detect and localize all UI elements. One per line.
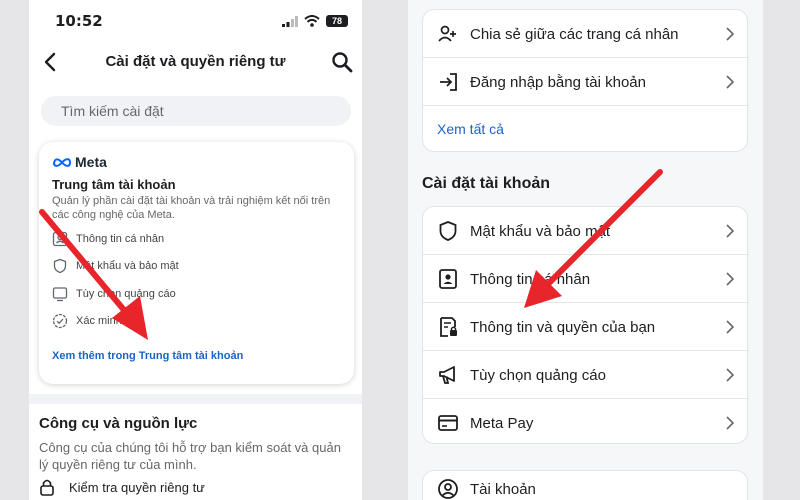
chevron-right-icon xyxy=(726,416,735,430)
card-icon xyxy=(438,415,458,431)
row-label: Tài khoản xyxy=(470,480,536,498)
people-share-icon xyxy=(438,25,456,42)
account-settings-title: Cài đặt tài khoản xyxy=(422,175,551,192)
verified-badge-icon xyxy=(52,313,68,329)
row-share-across-profiles[interactable]: Chia sẻ giữa các trang cá nhân xyxy=(423,10,749,58)
chevron-right-icon xyxy=(726,368,735,382)
right-phone-screen: Chia sẻ giữa các trang cá nhân Đăng nhập… xyxy=(408,0,763,500)
search-icon[interactable] xyxy=(330,50,354,74)
document-lock-icon xyxy=(440,317,457,337)
card-item-ad-preferences[interactable]: Tùy chọn quảng cáo xyxy=(52,286,176,302)
row-divider xyxy=(423,105,749,106)
chevron-right-icon xyxy=(726,272,735,286)
card-item-label: Tùy chọn quảng cáo xyxy=(76,288,176,300)
login-arrow-icon xyxy=(440,73,457,91)
row-label: Meta Pay xyxy=(470,414,534,432)
status-time: 10:52 xyxy=(55,12,103,30)
row-account[interactable]: Tài khoản xyxy=(423,465,749,500)
signal-icon xyxy=(282,15,298,27)
page-header: Cài đặt và quyền riêng tư xyxy=(29,44,362,80)
status-bar: 10:52 78 xyxy=(29,0,362,42)
row-meta-pay[interactable]: Meta Pay xyxy=(423,399,749,447)
sharing-card: Chia sẻ giữa các trang cá nhân Đăng nhập… xyxy=(422,9,749,152)
battery-indicator: 78 xyxy=(326,15,348,27)
monitor-icon xyxy=(52,287,68,302)
chevron-right-icon xyxy=(726,224,735,238)
row-label: Chia sẻ giữa các trang cá nhân xyxy=(470,25,679,43)
tools-section-title: Công cụ và nguồn lực xyxy=(39,415,198,432)
meta-infinity-icon xyxy=(53,157,72,167)
account-settings-card: Mật khẩu và bảo mật Thông tin cá nhân Th… xyxy=(422,206,749,447)
meta-brand: Meta xyxy=(75,154,107,170)
row-label: Đăng nhập bằng tài khoản xyxy=(470,73,646,91)
left-phone-screen: 10:52 78 Cài đặt và quyền riêng tư Tìm k… xyxy=(29,0,362,500)
account-circle-icon xyxy=(438,479,458,499)
megaphone-icon xyxy=(439,366,455,384)
chevron-right-icon xyxy=(726,320,735,334)
lock-icon xyxy=(40,479,54,496)
row-label: Mật khẩu và bảo mật xyxy=(470,222,611,240)
chevron-right-icon xyxy=(726,27,735,41)
accounts-center-card: Meta Trung tâm tài khoản Quản lý phần cà… xyxy=(39,142,354,384)
row-label: Thông tin cá nhân xyxy=(470,270,591,288)
row-personal-info[interactable]: Thông tin cá nhân xyxy=(423,255,749,303)
row-your-info-permissions[interactable]: Thông tin và quyền của bạn xyxy=(423,303,749,351)
privacy-checkup-label: Kiểm tra quyền riêng tư xyxy=(69,479,205,495)
see-more-accounts-center-link[interactable]: Xem thêm trong Trung tâm tài khoản xyxy=(52,350,243,362)
row-login-with-account[interactable]: Đăng nhập bằng tài khoản xyxy=(423,58,749,106)
person-card-icon xyxy=(52,231,68,247)
status-icons: 78 xyxy=(282,15,348,27)
card-item-label: Xác minh xyxy=(76,315,122,327)
card-item-label: Thông tin cá nhân xyxy=(76,233,165,245)
meta-logo: Meta xyxy=(52,154,107,170)
card-item-label: Mật khẩu và bảo mật xyxy=(76,260,179,272)
chevron-right-icon xyxy=(726,75,735,89)
person-card-icon xyxy=(439,269,457,289)
account-card: Tài khoản xyxy=(422,470,748,500)
section-divider xyxy=(29,394,362,404)
see-all-link[interactable]: Xem tất cả xyxy=(437,121,504,137)
card-item-password-security[interactable]: Mật khẩu và bảo mật xyxy=(52,258,179,274)
wifi-icon xyxy=(304,15,320,27)
page-title: Cài đặt và quyền riêng tư xyxy=(105,53,286,70)
tools-section-description: Công cụ của chúng tôi hỗ trợ bạn kiểm so… xyxy=(39,440,341,472)
shield-icon xyxy=(439,221,457,241)
search-input[interactable]: Tìm kiếm cài đặt xyxy=(41,96,351,126)
card-item-personal-info[interactable]: Thông tin cá nhân xyxy=(52,231,164,247)
accounts-center-description: Quản lý phần cài đặt tài khoản và trải n… xyxy=(52,195,331,221)
row-password-security[interactable]: Mật khẩu và bảo mật xyxy=(423,207,749,255)
row-label: Thông tin và quyền của bạn xyxy=(470,318,656,336)
row-ad-preferences[interactable]: Tùy chọn quảng cáo xyxy=(423,351,749,399)
shield-icon xyxy=(53,258,67,274)
accounts-center-title: Trung tâm tài khoản xyxy=(52,177,176,192)
card-item-verification[interactable]: Xác minh xyxy=(52,313,122,329)
privacy-checkup-item[interactable]: Kiểm tra quyền riêng tư xyxy=(39,478,205,496)
row-label: Tùy chọn quảng cáo xyxy=(470,366,606,384)
